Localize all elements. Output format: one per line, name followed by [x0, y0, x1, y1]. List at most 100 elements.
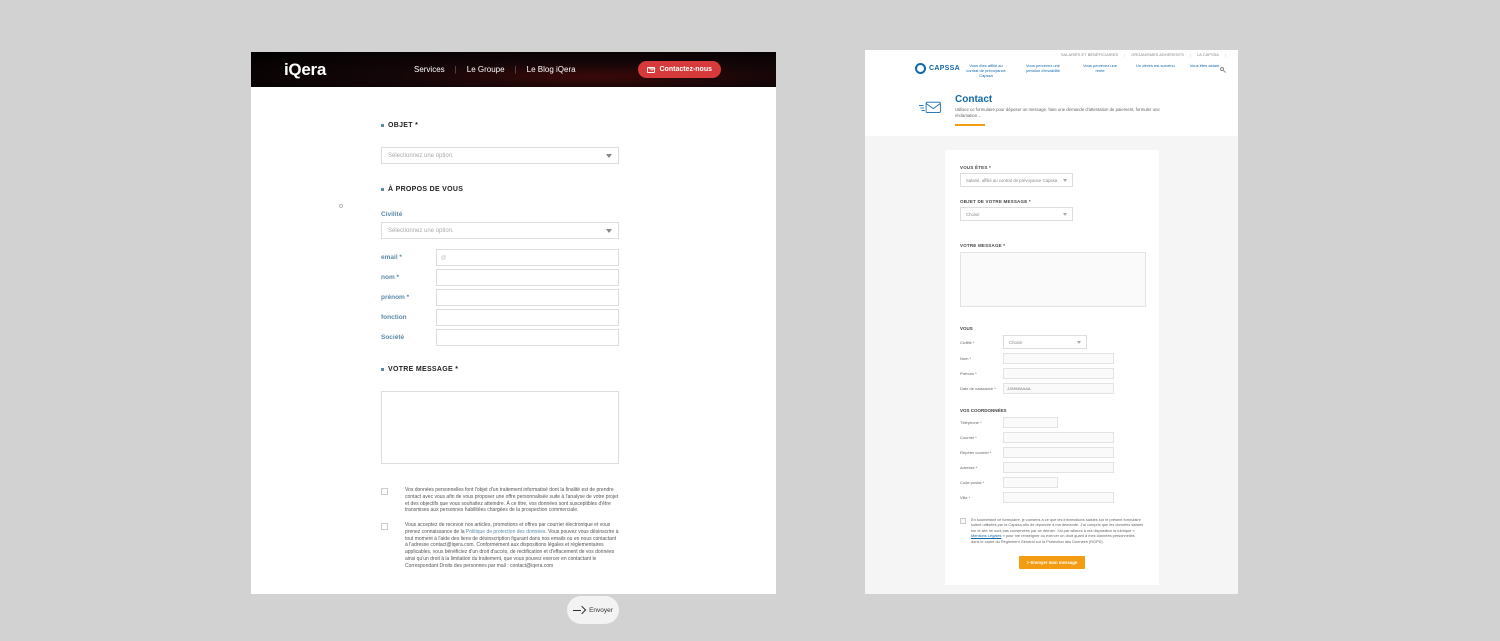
consent2-checkbox[interactable] — [381, 523, 388, 530]
toplink-organismes[interactable]: ORGANISMES ADHÉRENTS — [1131, 52, 1184, 57]
label-courriel: Courriel * — [960, 435, 1003, 440]
ville-field[interactable] — [1003, 492, 1114, 503]
nom-field[interactable] — [436, 269, 619, 286]
contact-us-button[interactable]: Contactez-nous — [638, 61, 722, 78]
chevron-down-icon — [1063, 213, 1067, 216]
capssa-logo-text: CAPSSA — [929, 65, 960, 72]
nom-field[interactable] — [1003, 353, 1114, 364]
dob-field[interactable] — [1003, 383, 1114, 394]
toplink-lacapssa[interactable]: LA CAPSSA — [1197, 52, 1219, 57]
nav-deces[interactable]: Un décès est survenu — [1136, 64, 1175, 78]
civilite-placeholder: Sélectionnez une option. — [388, 228, 454, 234]
repeter-courriel-field[interactable] — [1003, 447, 1114, 458]
toplink-salaries[interactable]: SALARIÉS ET BÉNÉFICIAIRES — [1061, 52, 1118, 57]
page-title: Contact — [955, 94, 992, 105]
nav-services[interactable]: Services — [414, 65, 445, 74]
vous-etes-value: Salarié, affilié au contrat de prévoyanc… — [966, 178, 1057, 183]
section-apropos: À PROPOS DE VOUS — [381, 186, 619, 193]
label-nom: nom * — [381, 274, 436, 281]
contact-us-label: Contactez-nous — [660, 66, 713, 73]
bullet-icon — [381, 124, 384, 127]
objet-placeholder: Sélectionnez une option. — [388, 153, 454, 159]
label-vous-etes: VOUS ÊTES * — [960, 165, 1144, 170]
chevron-down-icon — [606, 154, 612, 158]
label-code-postal: Code postal * — [960, 480, 1003, 485]
vous-etes-select[interactable]: Salarié, affilié au contrat de prévoyanc… — [960, 173, 1073, 187]
iqera-logo[interactable]: iQera — [284, 60, 326, 80]
label-nom: Nom * — [960, 356, 1003, 361]
capssa-form: VOUS ÊTES * Salarié, affilié au contrat … — [945, 150, 1159, 585]
label-societe: Société — [381, 334, 436, 341]
prenom-field[interactable] — [1003, 368, 1114, 379]
label-civilite: Civilité * — [960, 340, 1003, 345]
objet-select[interactable]: Choisir — [960, 207, 1073, 221]
nav-affilie[interactable]: Vous êtes affilié au contrat de prévoyan… — [965, 64, 1007, 78]
email-field[interactable]: @ — [436, 249, 619, 266]
capssa-logo-icon — [915, 63, 926, 74]
page-subtitle: Utilisez ce formulaire pour déposer un m… — [955, 107, 1175, 118]
chevron-down-icon — [606, 229, 612, 233]
search-icon[interactable] — [1220, 67, 1226, 73]
label-dob: Date de naissance * — [960, 386, 1003, 391]
label-fonction: fonction — [381, 314, 436, 321]
legal-text: En soumettant ce formulaire, je consens … — [971, 517, 1144, 544]
courriel-field[interactable] — [1003, 432, 1114, 443]
capssa-header: SALARIÉS ET BÉNÉFICIAIRES| ORGANISMES AD… — [865, 50, 1238, 80]
nav-blog[interactable]: Le Blog iQera — [527, 65, 576, 74]
objet-select[interactable]: Sélectionnez une option. — [381, 147, 619, 164]
nav-separator: | — [515, 65, 517, 74]
privacy-link[interactable]: Politique de protection des données — [466, 529, 546, 535]
civilite-select[interactable]: Choisir — [1003, 335, 1087, 349]
send-button[interactable]: Envoyer — [567, 596, 619, 624]
consent1-checkbox[interactable] — [381, 488, 388, 495]
legal-text-2: Vous acceptez de recevoir nos articles, … — [405, 522, 619, 569]
chevron-down-icon — [1063, 179, 1067, 182]
nav-groupe[interactable]: Le Groupe — [467, 65, 505, 74]
iqera-nav: Services | Le Groupe | Le Blog iQera — [414, 65, 576, 74]
label-civilite: Civilité — [381, 211, 619, 218]
nav-pension[interactable]: Vous percevez une pension d'invalidité — [1022, 64, 1064, 78]
accent-bar — [955, 124, 985, 126]
label-email: email * — [381, 254, 436, 261]
message-textarea[interactable] — [960, 252, 1146, 307]
label-prenom: prénom * — [381, 294, 436, 301]
section-message: VOTRE MESSAGE * — [381, 366, 619, 373]
societe-field[interactable] — [436, 329, 619, 346]
label-repeter-courriel: Répéter courriel * — [960, 450, 1003, 455]
iqera-panel: iQera Services | Le Groupe | Le Blog iQe… — [251, 52, 776, 594]
section-objet: OBJET * — [381, 122, 619, 129]
mail-icon — [647, 67, 655, 73]
envelope-send-icon — [917, 100, 943, 116]
label-adresse: Adresse * — [960, 465, 1003, 470]
section-coordonnees: VOS COORDONNÉES — [960, 408, 1144, 413]
message-textarea[interactable] — [381, 391, 619, 464]
capssa-mainnav: Vous êtes affilié au contrat de prévoyan… — [965, 64, 1219, 78]
capssa-logo[interactable]: CAPSSA — [915, 63, 960, 74]
label-telephone: Téléphone * — [960, 420, 1003, 425]
capssa-panel: SALARIÉS ET BÉNÉFICIAIRES| ORGANISMES AD… — [865, 50, 1238, 594]
telephone-field[interactable] — [1003, 417, 1058, 428]
code-postal-field[interactable] — [1003, 477, 1058, 488]
prenom-field[interactable] — [436, 289, 619, 306]
nav-rente[interactable]: Vous percevez une rente — [1079, 64, 1121, 78]
mentions-legales-link[interactable]: Mentions Légales — [971, 533, 1002, 538]
legal-text-1: Vos données personnelles font l'objet d'… — [405, 487, 619, 514]
label-objet: OBJET DE VOTRE MESSAGE * — [960, 199, 1144, 204]
nav-aidant[interactable]: Vous êtes aidant — [1190, 64, 1220, 78]
send-message-button[interactable]: > Envoyer mon message — [1019, 556, 1085, 569]
label-ville: Ville * — [960, 495, 1003, 500]
step-dot-icon — [339, 204, 343, 208]
bullet-icon — [381, 188, 384, 191]
label-votre-message: VOTRE MESSAGE * — [960, 243, 1144, 248]
section-vous: VOUS — [960, 326, 1144, 331]
hero: Contact Utilisez ce formulaire pour dépo… — [865, 80, 1238, 136]
objet-value: Choisir — [966, 212, 979, 217]
consent-checkbox[interactable] — [960, 518, 966, 524]
civilite-select[interactable]: Sélectionnez une option. — [381, 222, 619, 239]
iqera-form: OBJET * Sélectionnez une option. À PROPO… — [381, 122, 619, 569]
bullet-icon — [381, 368, 384, 371]
adresse-field[interactable] — [1003, 462, 1114, 473]
chevron-down-icon — [1077, 341, 1081, 344]
fonction-field[interactable] — [436, 309, 619, 326]
nav-separator: | — [455, 65, 457, 74]
